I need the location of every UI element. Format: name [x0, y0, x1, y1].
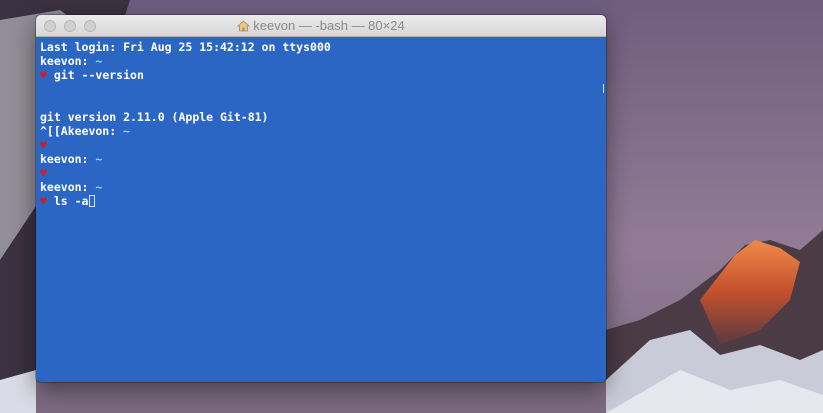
heart-prompt-icon: ♥	[40, 138, 47, 152]
prompt-line: keevon: ~	[40, 180, 103, 194]
terminal-line: Last login: Fri Aug 25 15:42:12 on ttys0…	[40, 40, 331, 54]
terminal-window[interactable]: keevon — -bash — 80×24 Last login: Fri A…	[36, 15, 606, 382]
prompt-line: keevon: ~	[40, 54, 103, 68]
prompt-line: keevon: ~	[40, 152, 103, 166]
home-icon	[237, 20, 251, 32]
window-title-text: keevon — -bash — 80×24	[253, 18, 405, 33]
heart-prompt-icon: ♥	[40, 166, 47, 180]
terminal-content[interactable]: Last login: Fri Aug 25 15:42:12 on ttys0…	[36, 37, 606, 382]
text-cursor	[89, 195, 96, 207]
terminal-output-line: git version 2.11.0 (Apple Git-81)	[40, 110, 269, 124]
heart-prompt-icon: ♥	[40, 194, 47, 208]
window-title: keevon — -bash — 80×24	[36, 18, 606, 33]
command-line: ♥	[40, 138, 606, 152]
command-line: ♥ ls -a	[40, 194, 606, 208]
command-line: ♥	[40, 166, 606, 180]
heart-prompt-icon: ♥	[40, 68, 47, 82]
scroll-marker	[603, 84, 604, 93]
prompt-line: ^[[Akeevon: ~	[40, 124, 131, 138]
command-line: ♥ git --version	[40, 68, 144, 82]
window-titlebar[interactable]: keevon — -bash — 80×24	[36, 15, 606, 37]
